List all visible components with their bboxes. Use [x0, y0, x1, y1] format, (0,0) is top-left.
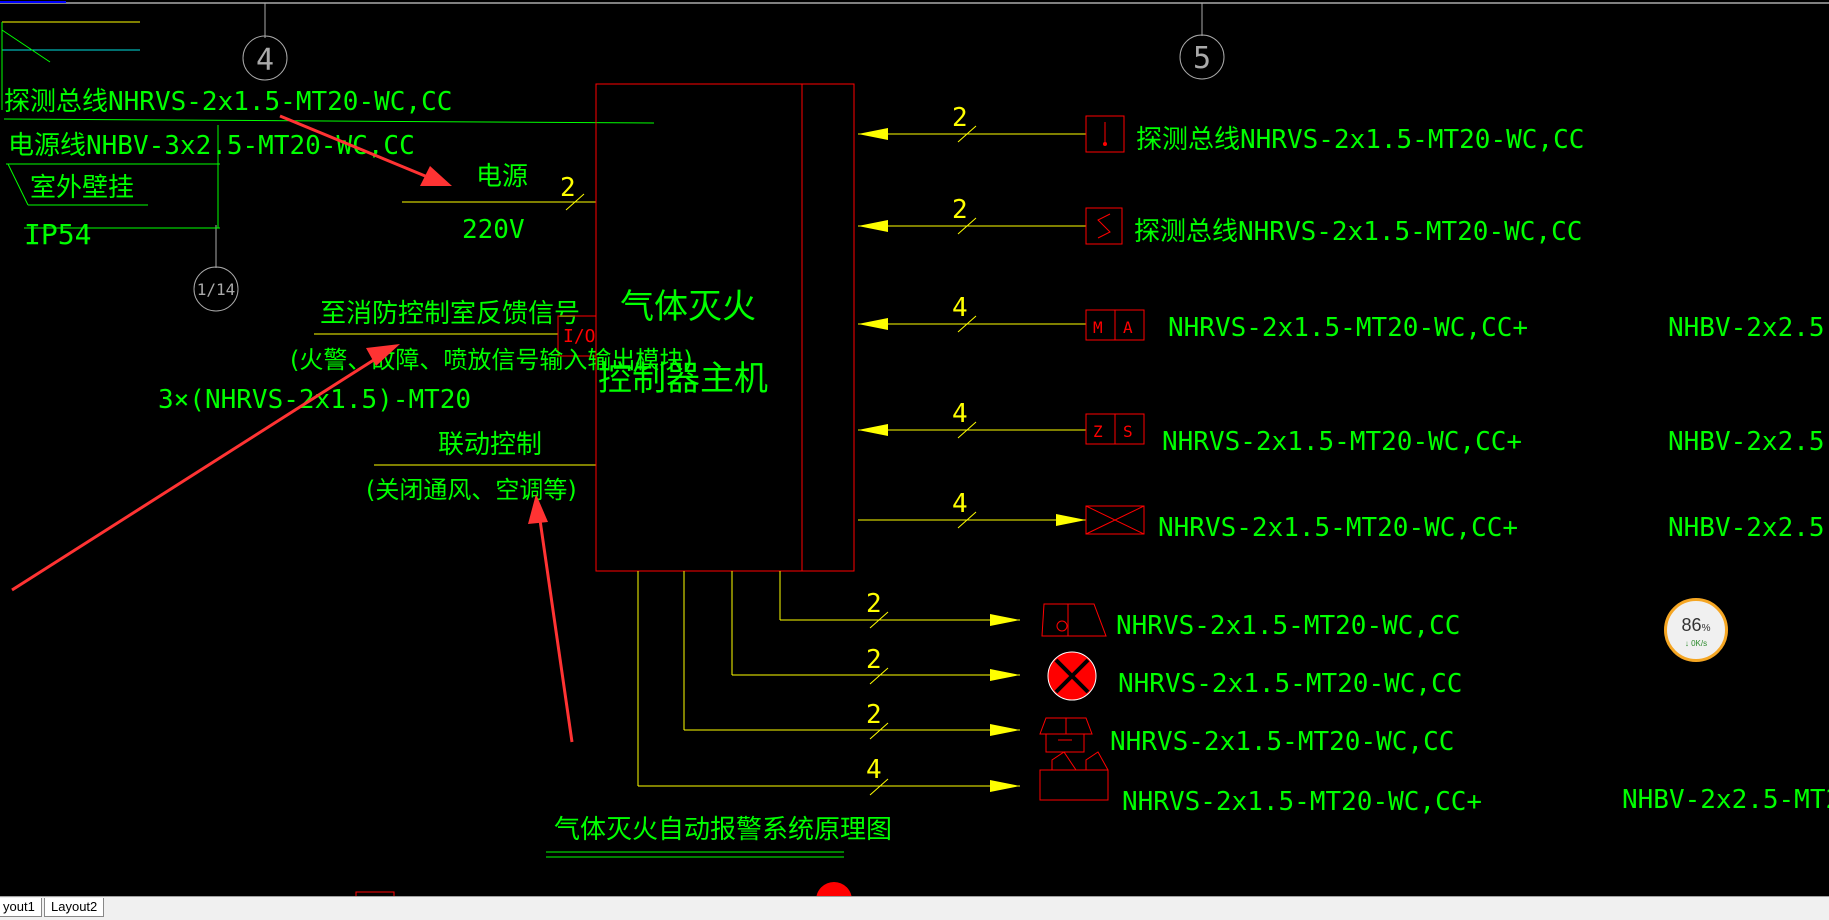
feedback-cable: 3×(NHRVS-2x1.5)-MT20 [158, 385, 471, 415]
right-row-4: 4 NHRVS-2x1.5-MT20-WC,CC+ NHBV-2x2.5- [858, 489, 1829, 543]
row-count: 2 [866, 700, 882, 730]
symbol-letter: A [1123, 318, 1133, 337]
alarm-bell-icon [1047, 651, 1097, 701]
voltage-label: 220V [462, 215, 525, 245]
speed-rate: ↓ 0K/s [1684, 639, 1708, 648]
row-count: 4 [952, 293, 968, 323]
linkage-block: 联动控制 (关闭通风、空调等) [366, 430, 596, 504]
row-count: 2 [866, 645, 882, 675]
row-count: 2 [952, 103, 968, 133]
network-speed-widget[interactable]: 86% ↓ 0K/s [1664, 598, 1728, 662]
bottom-feeders [637, 571, 781, 786]
row-label: NHRVS-2x1.5-MT20-WC,CC [1110, 727, 1454, 757]
ip-label: IP54 [24, 218, 91, 251]
row-label: NHRVS-2x1.5-MT20-WC,CC [1118, 669, 1462, 699]
row-label: NHRVS-2x1.5-MT20-WC,CC+ [1122, 787, 1482, 817]
row-label: NHRVS-2x1.5-MT20-WC,CC+ [1158, 513, 1518, 543]
axis-bubble-4: 4 [242, 3, 288, 81]
bottom-row-2: 2 NHRVS-2x1.5-MT20-WC,CC [684, 700, 1454, 757]
drawing-title: 气体灭火自动报警系统原理图 [554, 815, 892, 845]
right-row-3: 4 Z S NHRVS-2x1.5-MT20-WC,CC+ NHBV-2x2.5… [858, 399, 1829, 457]
controller-host: 气体灭火 控制器主机 [595, 83, 855, 572]
mount-label: 室外壁挂 [30, 173, 134, 203]
row-extra: NHBV-2x2.5-MT2 [1622, 785, 1829, 815]
axis-label-5: 5 [1193, 41, 1211, 76]
symbol-letter: S [1123, 422, 1133, 441]
cad-drawing-canvas[interactable]: 4 5 1/14 探测总线NHRVS-2x1.5-MT20-WC,CC 电源线N… [0, 0, 1829, 919]
io-label: I/O [563, 326, 596, 347]
bottom-row-3: 4 NHRVS-2x1.5-MT20-WC,CC+ NHBV-2x2.5-MT2 [638, 751, 1829, 817]
row-count: 4 [952, 489, 968, 519]
power-label: 电源 [476, 162, 528, 192]
gas-release-alarm-icon [1039, 717, 1093, 753]
tab-layout2[interactable]: Layout2 [44, 898, 105, 917]
row-label: NHRVS-2x1.5-MT20-WC,CC+ [1162, 427, 1522, 457]
controller-title-1: 气体灭火 [620, 287, 756, 327]
axis-label-4: 4 [256, 43, 274, 78]
row-extra: NHBV-2x2.5- [1668, 313, 1829, 343]
left-cable-notes: 探测总线NHRVS-2x1.5-MT20-WC,CC 电源线NHBV-3x2.5… [3, 87, 655, 251]
bottom-row-1: 2 NHRVS-2x1.5-MT20-WC,CC [732, 645, 1462, 701]
controller-title-2: 控制器主机 [598, 359, 768, 399]
layout-tab-bar: yout1 Layout2 [0, 896, 1829, 920]
feedback-label: 至消防控制室反馈信号 [320, 299, 580, 329]
sound-light-alarm-icon [1041, 603, 1107, 637]
row-label: 探测总线NHRVS-2x1.5-MT20-WC,CC [1136, 125, 1584, 155]
right-row-1: 2 探测总线NHRVS-2x1.5-MT20-WC,CC [858, 195, 1582, 247]
row-count: 2 [952, 195, 968, 225]
tab-layout1[interactable]: yout1 [0, 898, 42, 917]
row-extra: NHBV-2x2.5- [1668, 427, 1829, 457]
row-extra: NHBV-2x2.5- [1668, 513, 1829, 543]
axis-bubble-1-14: 1/14 [193, 225, 239, 312]
symbol-letter: Z [1093, 422, 1103, 441]
right-row-0: 2 探测总线NHRVS-2x1.5-MT20-WC,CC [858, 103, 1584, 155]
right-row-2: 4 M A NHRVS-2x1.5-MT20-WC,CC+ NHBV-2x2.5… [858, 293, 1829, 343]
axis-bubble-5: 5 [1179, 3, 1225, 80]
bus-line-label: 探测总线NHRVS-2x1.5-MT20-WC,CC [4, 87, 452, 117]
row-label: NHRVS-2x1.5-MT20-WC,CC+ [1168, 313, 1528, 343]
speed-percent: 86% [1681, 615, 1711, 635]
axis-label-1-14: 1/14 [197, 280, 236, 299]
row-count: 2 [866, 589, 882, 619]
symbol-letter: M [1093, 318, 1103, 337]
row-label: 探测总线NHRVS-2x1.5-MT20-WC,CC [1134, 217, 1582, 247]
bottom-row-0: 2 NHRVS-2x1.5-MT20-WC,CC [780, 589, 1460, 641]
annotation-arrows [11, 114, 574, 743]
linkage-note: (关闭通风、空调等) [366, 476, 577, 504]
linkage-label: 联动控制 [438, 430, 542, 460]
solenoid-valve-icon [1039, 751, 1109, 801]
power-count: 2 [560, 173, 576, 203]
row-count: 4 [952, 399, 968, 429]
row-count: 4 [866, 755, 882, 785]
row-label: NHRVS-2x1.5-MT20-WC,CC [1116, 611, 1460, 641]
